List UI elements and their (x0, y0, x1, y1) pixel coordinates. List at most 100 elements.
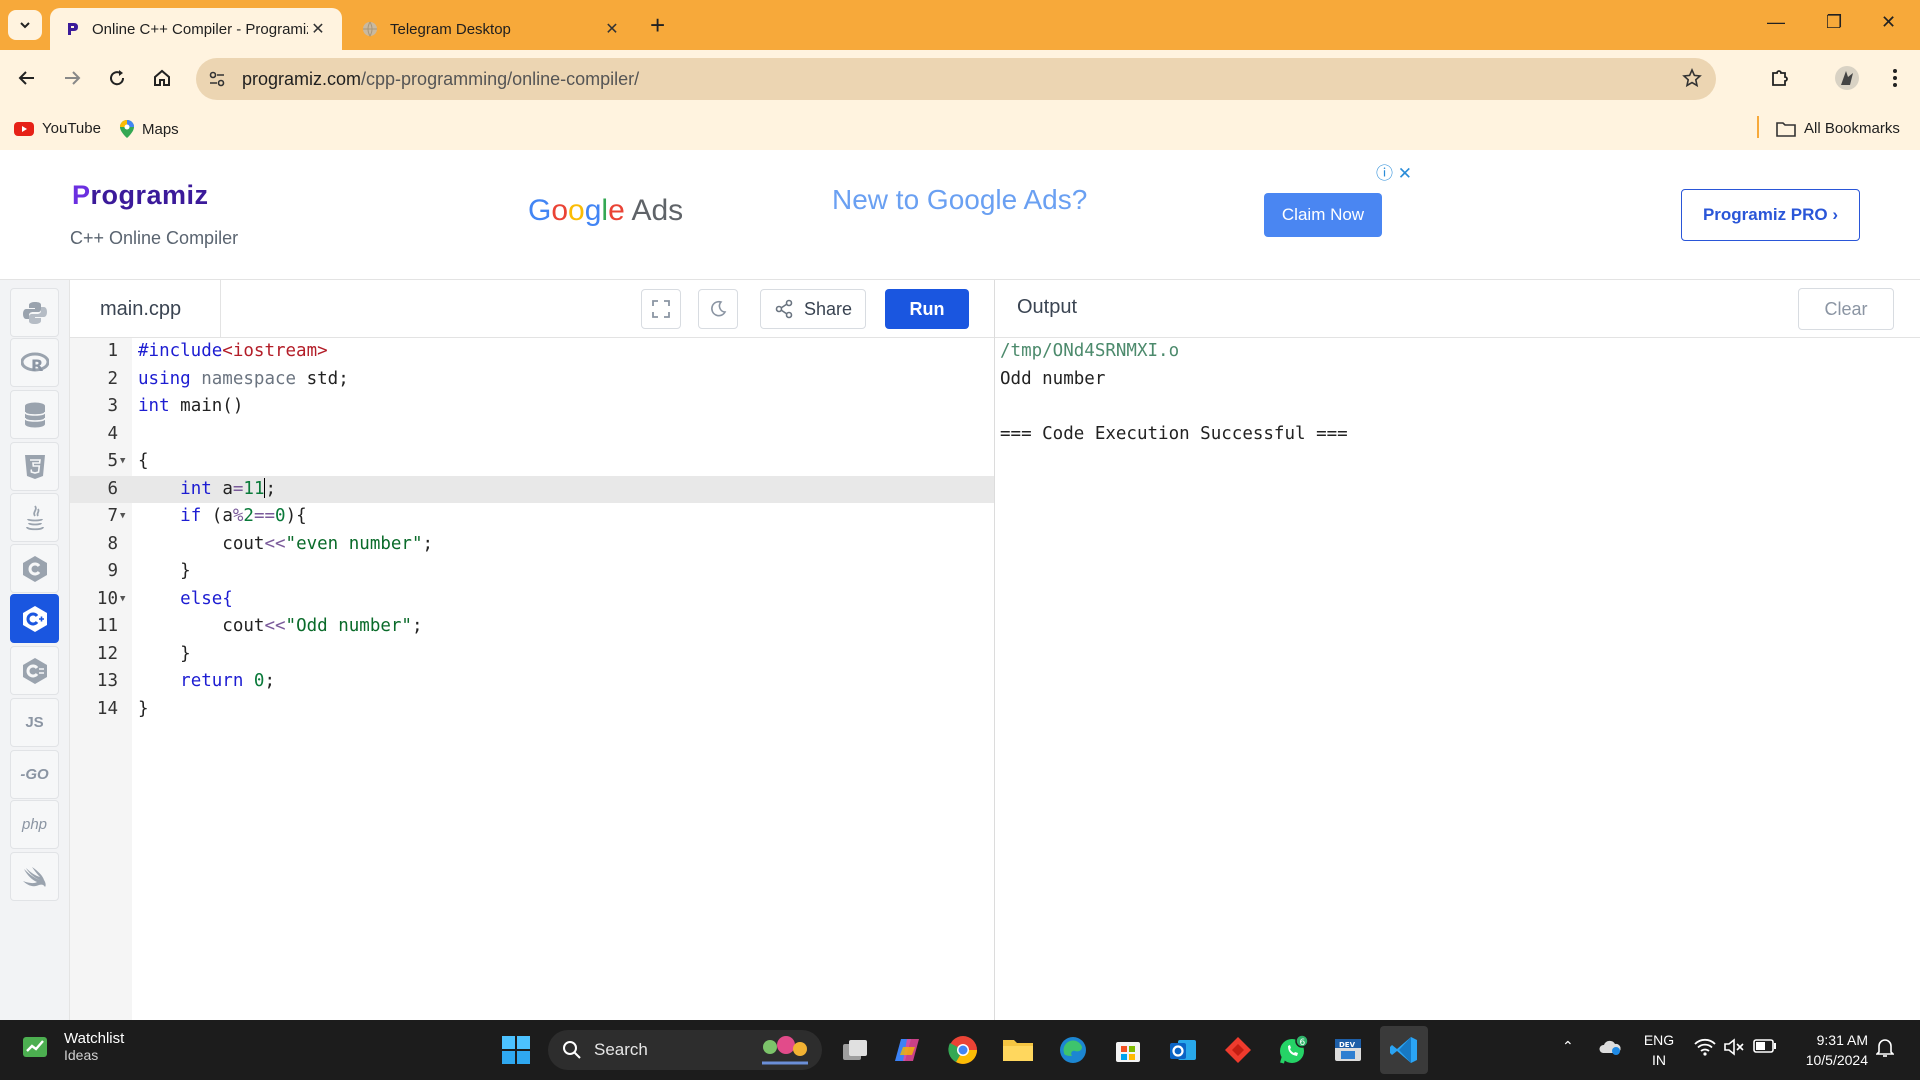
minimize-button[interactable]: — (1767, 12, 1785, 33)
vscode-icon[interactable] (1380, 1026, 1428, 1074)
code-line[interactable]: 1 #include<iostream> (70, 338, 994, 366)
bookmark-maps[interactable]: Maps (120, 120, 179, 138)
close-tab-icon[interactable]: ✕ (308, 19, 328, 39)
java-icon[interactable] (10, 493, 59, 542)
programiz-favicon-icon (68, 23, 78, 35)
onedrive-icon[interactable] (1598, 1038, 1622, 1059)
svg-text:R: R (31, 356, 43, 374)
taskbar-search[interactable]: Search (548, 1030, 822, 1070)
devcpp-icon[interactable]: DEV (1330, 1032, 1366, 1068)
ad-close-icon[interactable]: ⓘ ✕ (1376, 159, 1412, 184)
code-line[interactable]: 7 ▼ if (a%2==0){ (70, 503, 994, 531)
address-bar[interactable]: programiz.com/cpp-programming/online-com… (196, 58, 1716, 100)
volume-muted-icon[interactable] (1723, 1038, 1745, 1059)
new-tab-button[interactable]: + (650, 12, 665, 38)
start-button[interactable] (498, 1032, 534, 1068)
show-hidden-icons-icon[interactable]: ⌃ (1562, 1038, 1574, 1055)
language-indicator[interactable]: ENG IN (1642, 1030, 1676, 1070)
page-subtitle: C++ Online Compiler (70, 228, 239, 248)
clock-time: 9:31 AM (1816, 1032, 1868, 1048)
share-button[interactable]: Share (760, 289, 866, 329)
widget-title: Watchlist (64, 1030, 125, 1047)
code-line[interactable]: 3 int main() (70, 393, 994, 421)
claim-now-button[interactable]: Claim Now (1264, 193, 1382, 237)
javascript-icon[interactable]: JS (10, 698, 59, 747)
output-header: Output Clear (995, 280, 1920, 338)
code-line[interactable]: 8 cout<<"even number"; (70, 531, 994, 559)
forward-button[interactable] (59, 65, 85, 91)
wifi-icon[interactable] (1694, 1038, 1716, 1059)
stock-chart-icon (23, 1036, 47, 1057)
code-line[interactable]: 4 (70, 421, 994, 449)
code-line[interactable]: 13 return 0; (70, 668, 994, 696)
clear-button[interactable]: Clear (1798, 288, 1894, 330)
python-icon[interactable] (10, 288, 59, 337)
fullscreen-button[interactable] (641, 289, 681, 329)
file-explorer-icon[interactable] (1000, 1032, 1036, 1068)
code-line[interactable]: 5 ▼{ (70, 448, 994, 476)
programiz-pro-button[interactable]: Programiz PRO › (1681, 189, 1860, 241)
dark-mode-toggle[interactable] (698, 289, 738, 329)
r-icon[interactable]: R (10, 338, 59, 387)
chrome-icon[interactable] (945, 1032, 981, 1068)
microsoft-store-icon[interactable] (1110, 1032, 1146, 1068)
widgets-button[interactable]: Watchlist Ideas (22, 1030, 124, 1063)
fold-arrow-icon[interactable]: ▼ (120, 586, 125, 614)
go-icon[interactable]: -GO (10, 750, 59, 799)
programiz-logo[interactable]: Programiz (72, 180, 209, 211)
code-line[interactable]: 9 } (70, 558, 994, 586)
back-button[interactable] (14, 65, 40, 91)
extensions-button[interactable] (1767, 65, 1793, 91)
code-line[interactable]: 14} (70, 696, 994, 724)
battery-icon[interactable] (1753, 1038, 1777, 1057)
anydesk-icon[interactable] (1220, 1032, 1256, 1068)
all-bookmarks-button[interactable]: All Bookmarks (1776, 120, 1900, 137)
php-icon[interactable]: php (10, 800, 59, 849)
google-ads-logo[interactable]: Google Ads (528, 194, 683, 228)
language-code: ENG (1643, 1032, 1675, 1048)
edge-icon[interactable] (1055, 1032, 1091, 1068)
widget-subtitle: Ideas (64, 1047, 99, 1063)
outlook-icon[interactable] (1165, 1032, 1201, 1068)
home-button[interactable] (149, 65, 175, 91)
site-info-icon[interactable] (208, 70, 226, 88)
code-line[interactable]: 2 using namespace std; (70, 366, 994, 394)
reload-icon (110, 70, 125, 86)
reload-button[interactable] (104, 65, 130, 91)
arrow-left-icon (18, 71, 34, 85)
code-line-active[interactable]: 6 int a=11; (70, 475, 994, 503)
close-window-button[interactable]: ✕ (1881, 12, 1896, 33)
notification-bell-icon[interactable] (1875, 1038, 1895, 1061)
code-line[interactable]: 11 cout<<"Odd number"; (70, 613, 994, 641)
file-tab[interactable]: main.cpp (70, 280, 221, 338)
fold-arrow-icon[interactable]: ▼ (120, 503, 125, 531)
ad-headline[interactable]: New to Google Ads? (832, 184, 1087, 216)
restore-button[interactable]: ❐ (1826, 12, 1842, 33)
bookmark-youtube[interactable]: YouTube (14, 120, 101, 137)
fold-arrow-icon[interactable]: ▼ (120, 448, 125, 476)
profile-avatar[interactable] (1834, 65, 1860, 91)
tab-search-button[interactable] (8, 10, 42, 40)
line-number: 8 (107, 533, 118, 554)
code-line[interactable]: 12 } (70, 641, 994, 669)
chevron-down-icon (20, 22, 30, 29)
pane-divider[interactable] (994, 280, 995, 1020)
code-line[interactable]: 10 ▼ else{ (70, 586, 994, 614)
sql-database-icon[interactable] (10, 390, 59, 439)
whatsapp-icon[interactable]: 6 (1275, 1032, 1311, 1068)
swift-icon[interactable] (10, 852, 59, 901)
tab-telegram[interactable]: Telegram Desktop ✕ (348, 8, 636, 50)
run-button[interactable]: Run (885, 289, 969, 329)
cpp-language-icon[interactable] (10, 594, 59, 643)
c-language-icon[interactable] (10, 544, 59, 593)
task-view-icon[interactable] (837, 1032, 873, 1068)
copilot-icon[interactable] (890, 1032, 926, 1068)
html5-icon[interactable] (10, 442, 59, 491)
browser-menu-button[interactable] (1882, 65, 1908, 91)
csharp-language-icon[interactable] (10, 646, 59, 695)
close-tab-icon[interactable]: ✕ (602, 19, 622, 39)
code-editor[interactable]: 1 #include<iostream> 2 using namespace std… (70, 338, 994, 1020)
bookmark-star-icon[interactable] (1682, 68, 1702, 88)
system-clock[interactable]: 9:31 AM 10/5/2024 (1792, 1030, 1868, 1070)
tab-programiz[interactable]: Online C++ Compiler - Programiz ✕ (50, 8, 342, 50)
